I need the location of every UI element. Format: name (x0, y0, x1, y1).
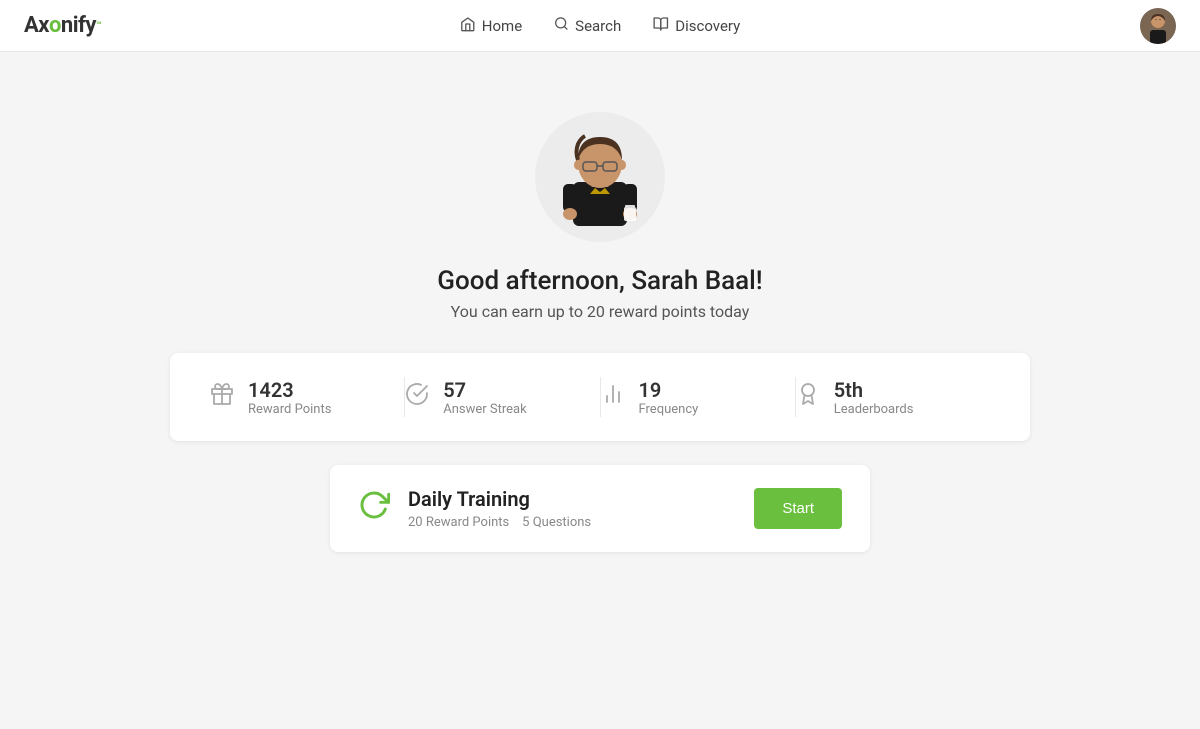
gift-icon (210, 382, 234, 412)
ribbon-icon (796, 382, 820, 412)
stat-answer-streak: 57 Answer Streak (405, 378, 599, 417)
training-info: Daily Training 20 Reward Points 5 Questi… (408, 487, 754, 530)
answer-streak-label: Answer Streak (443, 402, 526, 417)
main-nav: Home Search Discovery (460, 16, 740, 36)
main-content: Good afternoon, Sarah Baal! You can earn… (0, 52, 1200, 552)
nav-discovery-label: Discovery (675, 17, 740, 35)
training-title: Daily Training (408, 487, 754, 511)
reward-points-value: 1423 (248, 378, 331, 402)
frequency-value: 19 (639, 378, 699, 402)
training-questions: 5 Questions (522, 515, 591, 530)
leaderboards-label: Leaderboards (834, 402, 914, 417)
bar-chart-icon (601, 382, 625, 412)
reward-points-label: Reward Points (248, 402, 331, 417)
header: Axonify™ Home Search (0, 0, 1200, 52)
logo-text: Ax (24, 13, 49, 38)
stats-card: 1423 Reward Points 57 Answer Streak (170, 353, 1030, 441)
nav-discovery[interactable]: Discovery (653, 16, 740, 36)
search-icon (554, 16, 569, 35)
book-icon (653, 16, 669, 36)
check-circle-icon (405, 382, 429, 412)
training-points: 20 Reward Points (408, 515, 509, 530)
greeting-title: Good afternoon, Sarah Baal! (437, 266, 762, 296)
character-avatar (535, 112, 665, 242)
training-card: Daily Training 20 Reward Points 5 Questi… (330, 465, 870, 552)
nav-search-label: Search (575, 17, 621, 35)
answer-streak-value: 57 (443, 378, 526, 402)
stat-frequency: 19 Frequency (601, 378, 795, 417)
stat-reward-points: 1423 Reward Points (210, 378, 404, 417)
nav-home[interactable]: Home (460, 16, 522, 36)
cycle-icon (358, 489, 390, 528)
stat-leaderboards: 5th Leaderboards (796, 378, 990, 417)
character-illustration (545, 122, 655, 232)
user-avatar[interactable] (1140, 8, 1176, 44)
frequency-label: Frequency (639, 402, 699, 417)
logo: Axonify™ (24, 13, 101, 38)
nav-search[interactable]: Search (554, 16, 621, 35)
greeting-subtitle: You can earn up to 20 reward points toda… (451, 302, 750, 321)
leaderboards-value: 5th (834, 378, 914, 402)
start-button[interactable]: Start (754, 488, 842, 529)
training-meta: 20 Reward Points 5 Questions (408, 515, 754, 530)
home-icon (460, 16, 476, 36)
nav-home-label: Home (482, 17, 522, 35)
